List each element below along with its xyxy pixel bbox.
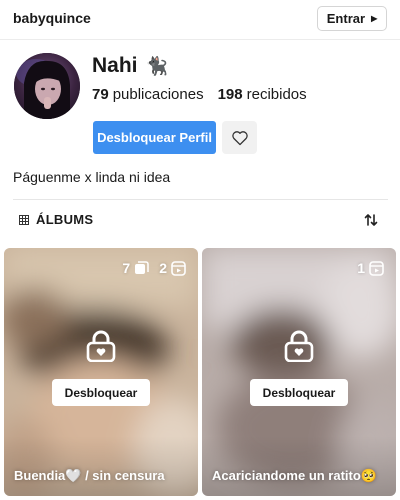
reels-icon	[369, 260, 384, 276]
caption-shade	[202, 436, 396, 496]
album-media-counts: 7 2	[122, 260, 186, 276]
favorite-button[interactable]	[222, 121, 257, 154]
login-button[interactable]: Entrar ▶	[317, 6, 387, 31]
album-card[interactable]: 7 2 Desbloquear Buendia🤍 / sin censura	[4, 248, 198, 496]
stat-received: 198 recibidos	[218, 86, 307, 103]
section-divider	[13, 199, 388, 200]
album-unlock-button[interactable]: Desbloquear	[250, 379, 348, 406]
lock-heart-icon	[284, 330, 314, 362]
albums-title: ÁLBUMS	[36, 212, 94, 227]
grid-icon	[19, 215, 29, 225]
album-caption: Buendia🤍 / sin censura	[14, 468, 165, 483]
album-card[interactable]: 1 Desbloquear Acariciandome un ratito🥺	[202, 248, 396, 496]
avatar[interactable]	[14, 53, 80, 119]
stat-received-label: recibidos	[246, 86, 307, 103]
caret-right-icon: ▶	[371, 14, 378, 23]
sort-arrows-icon[interactable]	[364, 213, 378, 227]
avatar-image	[14, 53, 80, 119]
stat-posts: 79 publicaciones	[92, 86, 204, 103]
album-media-counts: 1	[357, 260, 384, 276]
video-count-value: 1	[357, 260, 365, 276]
stat-posts-label: publicaciones	[112, 86, 204, 103]
stat-received-count: 198	[217, 86, 243, 103]
photo-count: 7	[122, 260, 149, 276]
top-bar: babyquince Entrar ▶	[0, 0, 400, 40]
photo-count-value: 7	[122, 260, 131, 276]
profile-name: Nahi 🐈‍⬛	[92, 54, 168, 78]
video-count: 2	[159, 260, 186, 276]
photos-stack-icon	[135, 260, 149, 274]
profile-bio: Páguenme x linda ni idea	[13, 169, 171, 185]
profile-stats: 79 publicaciones 198 recibidos	[92, 86, 307, 103]
albums-header: ÁLBUMS	[0, 205, 400, 237]
unlock-profile-button[interactable]: Desbloquear Perfil	[93, 121, 216, 154]
caption-shade	[4, 436, 198, 496]
lock-heart-icon	[86, 330, 116, 362]
stat-posts-count: 79	[92, 86, 109, 103]
login-button-label: Entrar	[326, 11, 366, 26]
video-count-value: 2	[159, 260, 167, 276]
video-count: 1	[357, 260, 384, 276]
profile-name-text: Nahi	[92, 54, 138, 77]
header-username[interactable]: babyquince	[13, 10, 91, 26]
heart-outline-icon	[231, 130, 248, 145]
reels-icon	[171, 260, 186, 276]
album-unlock-button[interactable]: Desbloquear	[52, 379, 150, 406]
black-cat-icon: 🐈‍⬛	[145, 56, 168, 76]
album-caption: Acariciandome un ratito🥺	[212, 468, 377, 483]
